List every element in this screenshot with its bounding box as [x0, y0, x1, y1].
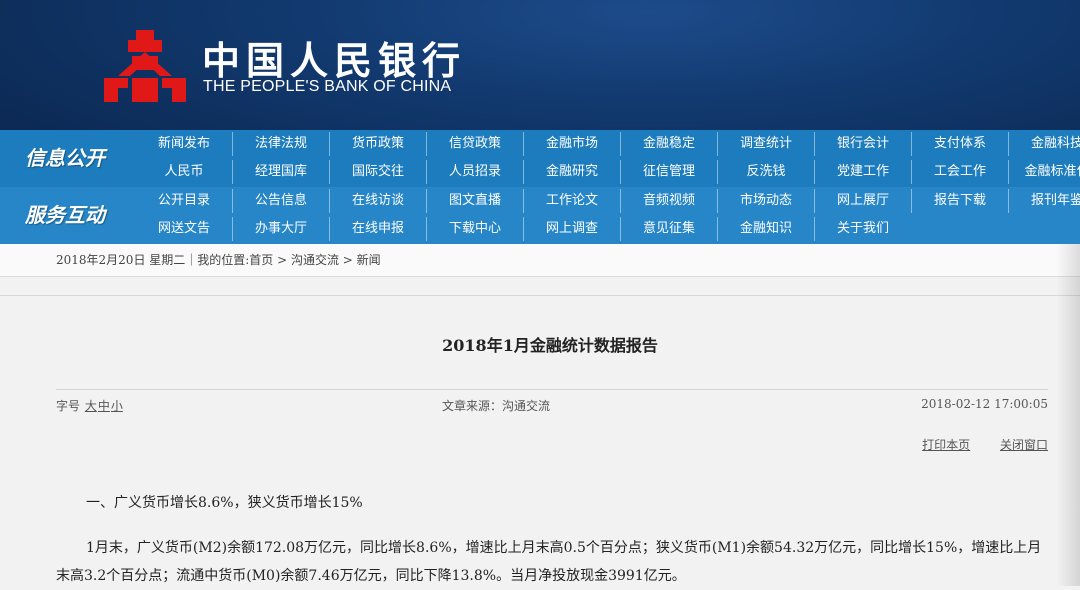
- article-date: 2018-02-12 17:00:05: [921, 397, 1048, 411]
- nav-item-financial-standards[interactable]: 金融标准化: [1009, 160, 1080, 184]
- nav-item-credit-reference[interactable]: 征信管理: [621, 160, 718, 184]
- nav-item-recruitment[interactable]: 人员招录: [427, 160, 524, 184]
- article-actions: 打印本页 关闭窗口: [896, 436, 1048, 453]
- nav-item-yearbooks[interactable]: 报刊年鉴: [1009, 189, 1080, 213]
- nav-item-report-download[interactable]: 报告下载: [912, 189, 1009, 213]
- nav-item-rmb[interactable]: 人民币: [136, 160, 233, 184]
- nav-band-title-info[interactable]: 信息公开: [0, 130, 130, 187]
- pboc-emblem-icon[interactable]: [102, 28, 188, 104]
- font-size-control: 字号 大中小: [56, 397, 123, 414]
- close-window-link[interactable]: 关闭窗口: [1000, 438, 1048, 452]
- nav-item-documents[interactable]: 网送文告: [136, 217, 233, 241]
- nav-item-party-building[interactable]: 党建工作: [815, 160, 912, 184]
- nav-row: 新闻发布 法律法规 货币政策 信贷政策 金融市场 金融稳定 调查统计 银行会计 …: [136, 132, 1080, 160]
- font-size-medium-link[interactable]: 中: [98, 399, 110, 413]
- nav-item-fintech[interactable]: 金融科技: [1009, 132, 1080, 156]
- nav-item-credit-policy[interactable]: 信贷政策: [427, 132, 524, 156]
- nav-item-about-us[interactable]: 关于我们: [815, 217, 911, 241]
- nav-item-public-catalog[interactable]: 公开目录: [136, 189, 233, 213]
- nav-row: 网送文告 办事大厅 在线申报 下载中心 网上调查 意见征集 金融知识 关于我们: [136, 217, 911, 245]
- nav-item-download-center[interactable]: 下载中心: [427, 217, 524, 241]
- nav-item-international[interactable]: 国际交往: [330, 160, 427, 184]
- nav-item-research[interactable]: 金融研究: [524, 160, 621, 184]
- nav-item-financial-market[interactable]: 金融市场: [524, 132, 621, 156]
- font-size-large-link[interactable]: 大: [85, 399, 97, 413]
- nav-item-online-interview[interactable]: 在线访谈: [330, 189, 427, 213]
- nav-item-monetary-policy[interactable]: 货币政策: [330, 132, 427, 156]
- nav-item-treasury[interactable]: 经理国库: [233, 160, 330, 184]
- nav-item-live-coverage[interactable]: 图文直播: [427, 189, 524, 213]
- nav-item-bank-accounting[interactable]: 银行会计: [815, 132, 912, 156]
- nav-item-financial-stability[interactable]: 金融稳定: [621, 132, 718, 156]
- font-size-small-link[interactable]: 小: [111, 399, 123, 413]
- nav-item-audio-video[interactable]: 音频视频: [621, 189, 718, 213]
- nav-band-title-service[interactable]: 服务互动: [0, 187, 130, 244]
- article-meta: 字号 大中小 文章来源：沟通交流 2018-02-12 17:00:05: [56, 397, 1048, 417]
- main-navigation: 信息公开 新闻发布 法律法规 货币政策 信贷政策 金融市场 金融稳定 调查统计 …: [0, 130, 1080, 244]
- article-content: 2018年1月金融统计数据报告 字号 大中小 文章来源：沟通交流 2018-02…: [0, 296, 1080, 587]
- nav-row: 人民币 经理国库 国际交往 人员招录 金融研究 征信管理 反洗钱 党建工作 工会…: [136, 160, 1080, 188]
- nav-item-online-filing[interactable]: 在线申报: [330, 217, 427, 241]
- font-size-label: 字号: [56, 399, 81, 413]
- nav-item-financial-knowledge[interactable]: 金融知识: [718, 217, 815, 241]
- divider: [56, 389, 1048, 390]
- nav-row: 公开目录 公告信息 在线访谈 图文直播 工作论文 音频视频 市场动态 网上展厅 …: [136, 189, 1080, 217]
- nav-item-service-hall[interactable]: 办事大厅: [233, 217, 330, 241]
- nav-item-feedback[interactable]: 意见征集: [621, 217, 718, 241]
- nav-item-online-exhibition[interactable]: 网上展厅: [815, 189, 912, 213]
- section-heading: 一、广义货币增长8.6%，狭义货币增长15%: [86, 495, 363, 511]
- nav-item-announcements[interactable]: 公告信息: [233, 189, 330, 213]
- print-page-link[interactable]: 打印本页: [922, 438, 970, 452]
- nav-item-laws[interactable]: 法律法规: [233, 132, 330, 156]
- nav-item-working-papers[interactable]: 工作论文: [524, 189, 621, 213]
- article-source: 文章来源：沟通交流: [442, 399, 551, 413]
- page-edge-shadow: [1056, 244, 1080, 586]
- nav-item-news-release[interactable]: 新闻发布: [136, 132, 233, 156]
- nav-item-online-survey[interactable]: 网上调查: [524, 217, 621, 241]
- nav-item-anti-money-laundering[interactable]: 反洗钱: [718, 160, 815, 184]
- nav-item-market-news[interactable]: 市场动态: [718, 189, 815, 213]
- nav-band-info-disclosure: 信息公开 新闻发布 法律法规 货币政策 信贷政策 金融市场 金融稳定 调查统计 …: [0, 130, 1080, 187]
- nav-item-payment-system[interactable]: 支付体系: [912, 132, 1009, 156]
- nav-item-union[interactable]: 工会工作: [912, 160, 1009, 184]
- nav-item-statistics[interactable]: 调查统计: [718, 132, 815, 156]
- divider: [0, 277, 1080, 296]
- breadcrumb[interactable]: 2018年2月20日 星期二｜我的位置:首页 > 沟通交流 > 新闻: [0, 244, 1080, 277]
- site-header: 中国人民银行 THE PEOPLE'S BANK OF CHINA: [0, 0, 1080, 130]
- article-paragraph: 1月末，广义货币(M2)余额172.08万亿元，同比增长8.6%，增速比上月末高…: [56, 540, 1042, 584]
- bank-name-english: THE PEOPLE'S BANK OF CHINA: [203, 78, 452, 95]
- article-title: 2018年1月金融统计数据报告: [442, 336, 658, 355]
- nav-band-service-interaction: 服务互动 公开目录 公告信息 在线访谈 图文直播 工作论文 音频视频 市场动态 …: [0, 187, 1080, 244]
- bank-name-chinese: 中国人民银行: [202, 38, 467, 83]
